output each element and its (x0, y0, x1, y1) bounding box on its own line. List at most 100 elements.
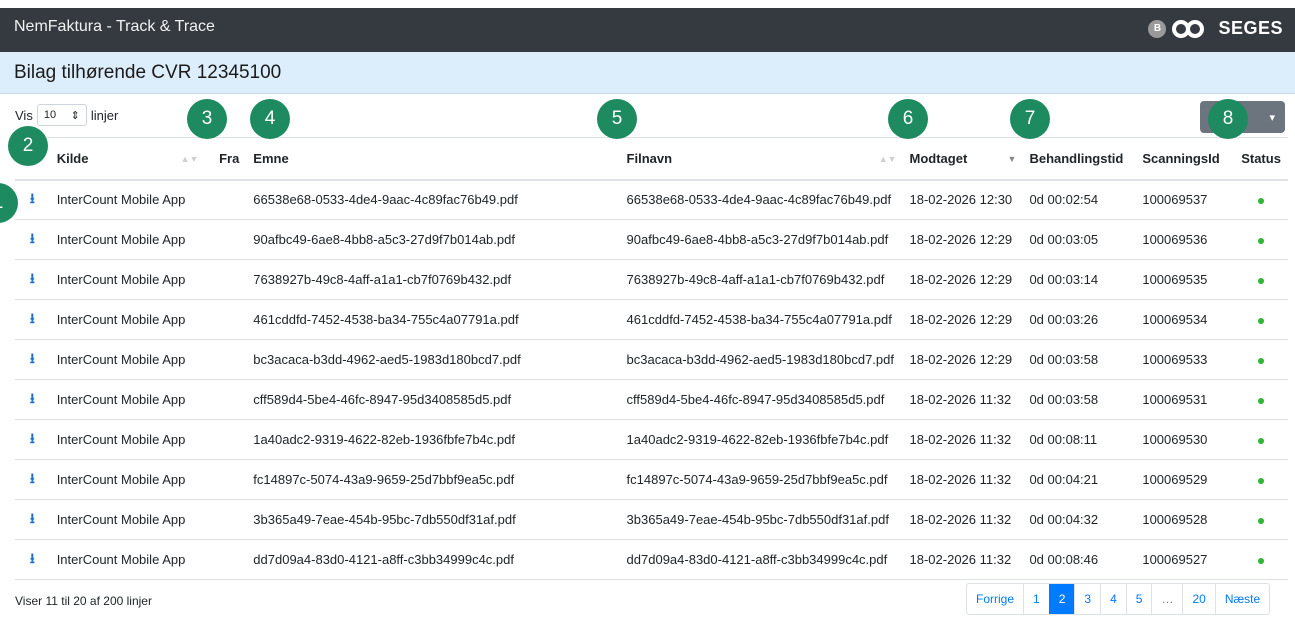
status-icon: ● (1234, 499, 1288, 540)
documents-table: Kilde ▲▼ Fra Emne Filnavn ▲▼ Modtaget ▼ Beh… (15, 137, 1288, 580)
cell-modtaget: 18-02-2026 12:29 (902, 219, 1023, 260)
pagination-page[interactable]: 3 (1074, 584, 1100, 614)
cell-kilde: InterCount Mobile App (49, 499, 205, 540)
pagination-page[interactable]: 4 (1100, 584, 1126, 614)
cell-filnavn: dd7d09a4-83d0-4121-a8ff-c3bb34999c4c.pdf (619, 539, 903, 580)
cell-filnavn: cff589d4-5be4-46fc-8947-95d3408585d5.pdf (619, 379, 903, 420)
status-icon: ● (1234, 339, 1288, 380)
cell-emne: 7638927b-49c8-4aff-a1a1-cb7f0769b432.pdf (246, 259, 620, 300)
column-header-fra[interactable]: Fra (204, 137, 247, 181)
cell-behandlingstid: 0d 00:03:58 (1022, 379, 1136, 420)
cell-scanningsid: 100069537 (1135, 179, 1235, 220)
column-header-modtaget[interactable]: Modtaget ▼ (902, 137, 1023, 181)
download-icon[interactable]: ⭳ (15, 419, 50, 460)
column-header-emne[interactable]: Emne (246, 137, 620, 181)
cell-filnavn: 3b365a49-7eae-454b-95bc-7db550df31af.pdf (619, 499, 903, 540)
cell-modtaget: 18-02-2026 12:29 (902, 299, 1023, 340)
download-icon[interactable]: ⭳ (15, 219, 50, 260)
cell-emne: 461cddfd-7452-4538-ba34-755c4a07791a.pdf (246, 299, 620, 340)
table-row: ⭳ InterCount Mobile App 7638927b-49c8-4aff… (15, 259, 1288, 300)
cell-modtaget: 18-02-2026 11:32 (902, 379, 1023, 420)
sort-icon: ▲▼ (878, 154, 897, 164)
cell-emne: 90afbc49-6ae8-4bb8-a5c3-27d9f7b014ab.pdf (246, 219, 620, 260)
cell-fra (204, 379, 247, 420)
cell-fra (204, 179, 247, 220)
cell-scanningsid: 100069527 (1135, 539, 1235, 580)
table-row: ⭳ InterCount Mobile App 90afbc49-6ae8-4bb8… (15, 219, 1288, 260)
cell-filnavn: 7638927b-49c8-4aff-a1a1-cb7f0769b432.pdf (619, 259, 903, 300)
cell-fra (204, 459, 247, 500)
column-header-kilde[interactable]: Kilde ▲▼ (49, 137, 205, 181)
annotation-marker: 3 (187, 99, 227, 139)
cell-behandlingstid: 0d 00:03:05 (1022, 219, 1136, 260)
cell-fra (204, 539, 247, 580)
cell-modtaget: 18-02-2026 12:30 (902, 179, 1023, 220)
pagination-page-active[interactable]: 2 (1048, 584, 1075, 614)
pagination-page[interactable]: 1 (1023, 584, 1049, 614)
length-prefix: Vis (15, 107, 33, 123)
cell-behandlingstid: 0d 00:08:46 (1022, 539, 1136, 580)
cell-kilde: InterCount Mobile App (49, 419, 205, 460)
cell-behandlingstid: 0d 00:03:26 (1022, 299, 1136, 340)
column-header-status[interactable]: Status (1234, 137, 1288, 181)
cell-scanningsid: 100069530 (1135, 419, 1235, 460)
table-row: ⭳ InterCount Mobile App dd7d09a4-83d0-4121… (15, 539, 1288, 580)
pagination-next[interactable]: Næste (1214, 584, 1269, 614)
status-icon: ● (1234, 379, 1288, 420)
cell-filnavn: 90afbc49-6ae8-4bb8-a5c3-27d9f7b014ab.pdf (619, 219, 903, 260)
page-length-select[interactable]: 10 ⇕ (36, 104, 87, 126)
cell-behandlingstid: 0d 00:03:14 (1022, 259, 1136, 300)
download-icon[interactable]: ⭳ (15, 459, 50, 500)
cell-behandlingstid: 0d 00:04:21 (1022, 459, 1136, 500)
table-row: ⭳ InterCount Mobile App cff589d4-5be4-46fc… (15, 379, 1288, 420)
cell-scanningsid: 100069528 (1135, 499, 1235, 540)
cell-behandlingstid: 0d 00:08:11 (1022, 419, 1136, 460)
cell-modtaget: 18-02-2026 11:32 (902, 499, 1023, 540)
length-suffix: linjer (90, 107, 119, 123)
column-header-filnavn[interactable]: Filnavn ▲▼ (619, 137, 903, 181)
cell-fra (204, 219, 247, 260)
table-row: ⭳ InterCount Mobile App fc14897c-5074-43a9… (15, 459, 1288, 500)
app-header: NemFaktura - Track & Trace B SEGES (0, 0, 1295, 52)
pagination-page[interactable]: 5 (1125, 584, 1152, 614)
cell-kilde: InterCount Mobile App (49, 379, 205, 420)
download-icon[interactable]: ⭳ (15, 179, 50, 220)
cell-modtaget: 18-02-2026 11:32 (902, 459, 1023, 500)
download-icon[interactable]: ⭳ (15, 259, 50, 300)
status-icon: ● (1234, 419, 1288, 460)
cell-modtaget: 18-02-2026 12:29 (902, 259, 1023, 300)
page-length-value: 10 (43, 109, 57, 121)
table-row: ⭳ InterCount Mobile App 1a40adc2-9319-4622… (15, 419, 1288, 460)
chevron-down-icon: ▾ (1269, 111, 1275, 124)
cell-emne: cff589d4-5be4-46fc-8947-95d3408585d5.pdf (246, 379, 620, 420)
brand-badge: B (1148, 19, 1167, 38)
cell-scanningsid: 100069529 (1135, 459, 1235, 500)
annotation-marker: 6 (888, 99, 928, 139)
select-arrows-icon: ⇕ (70, 109, 80, 122)
sort-desc-icon: ▼ (1007, 154, 1017, 164)
pagination-page[interactable]: 20 (1182, 584, 1214, 614)
cell-behandlingstid: 0d 00:04:32 (1022, 499, 1136, 540)
table-row: ⭳ InterCount Mobile App 461cddfd-7452-4538… (15, 299, 1288, 340)
download-icon[interactable]: ⭳ (15, 339, 50, 380)
cell-emne: 66538e68-0533-4de4-9aac-4c89fac76b49.pdf (246, 179, 620, 220)
status-icon: ● (1234, 459, 1288, 500)
page-length-control: Vis 10 ⇕ linjer (15, 104, 118, 126)
cell-filnavn: fc14897c-5074-43a9-9659-25d7bbf9ea5c.pdf (619, 459, 903, 500)
cell-emne: 3b365a49-7eae-454b-95bc-7db550df31af.pdf (246, 499, 620, 540)
cell-emne: bc3acaca-b3dd-4962-aed5-1983d180bcd7.pdf (246, 339, 620, 380)
table-row: ⭳ InterCount Mobile App bc3acaca-b3dd-4962… (15, 339, 1288, 380)
cell-behandlingstid: 0d 00:03:58 (1022, 339, 1136, 380)
download-icon[interactable]: ⭳ (15, 539, 50, 580)
cell-scanningsid: 100069531 (1135, 379, 1235, 420)
column-header-behandlingstid[interactable]: Behandlingstid (1022, 137, 1136, 181)
cell-fra (204, 299, 247, 340)
annotation-marker: 4 (250, 99, 290, 139)
download-icon[interactable]: ⭳ (15, 499, 50, 540)
download-icon[interactable]: ⭳ (15, 299, 50, 340)
column-header-scanningsid[interactable]: ScanningsId (1135, 137, 1235, 181)
download-icon[interactable]: ⭳ (15, 379, 50, 420)
cell-scanningsid: 100069533 (1135, 339, 1235, 380)
pagination-previous[interactable]: Forrige (967, 584, 1023, 614)
pagination-ellipsis: … (1151, 584, 1182, 614)
